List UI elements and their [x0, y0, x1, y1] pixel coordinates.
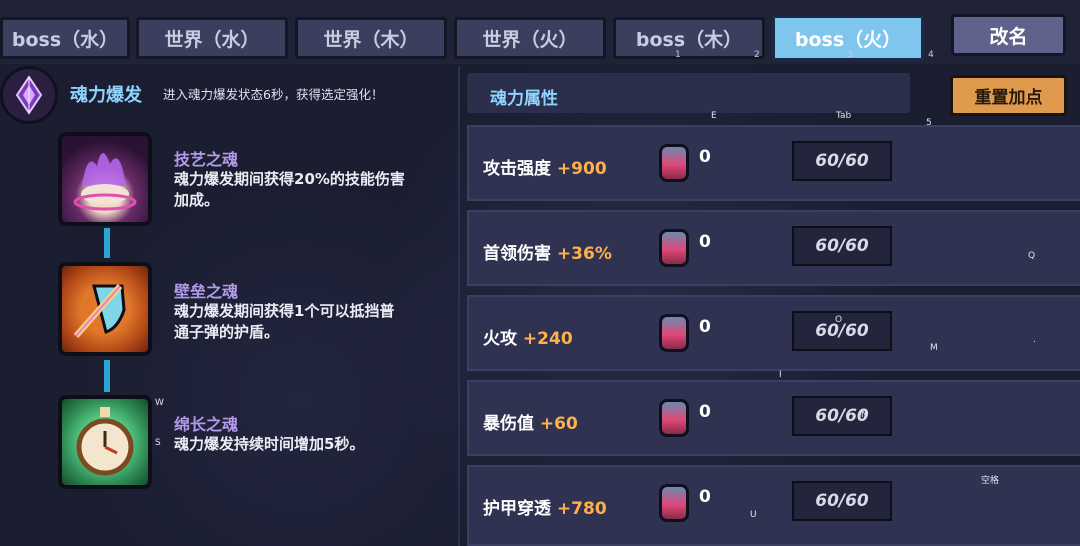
panel-divider — [458, 66, 460, 546]
attribute-name: 暴伤值 — [483, 414, 534, 434]
tab-world-fire[interactable]: 世界（火） — [454, 17, 606, 59]
attribute-row: 火攻 +240 0 60/60 — [467, 295, 1080, 371]
soul-description: 魂力爆发期间获得1个可以抵挡普 通子弹的护盾。 — [174, 302, 395, 341]
attribute-progress: 60/60 — [792, 396, 892, 436]
attribute-bonus: +36% — [556, 244, 612, 264]
gem-count: 0 — [699, 232, 711, 252]
tab-boss-wood[interactable]: boss（木） — [613, 17, 765, 59]
key-hint-5: 5 — [926, 118, 932, 128]
attribute-bonus: +240 — [522, 329, 573, 349]
soul-description: 魂力爆发期间获得20%的技能伤害 加成。 — [174, 170, 405, 209]
key-hint-space: 空格 — [981, 476, 1000, 486]
soul-gem-icon[interactable] — [659, 229, 689, 267]
key-hint-m: M — [930, 343, 938, 353]
key-hint-e: E — [711, 111, 717, 121]
attribute-progress: 60/60 — [792, 226, 892, 266]
attribute-row: 攻击强度 +900 0 60/60 — [467, 125, 1080, 201]
tab-world-wood[interactable]: 世界（木） — [295, 17, 447, 59]
tab-hotkey-3: 3 — [847, 50, 853, 60]
attribute-row: 暴伤值 +60 0 60/60 — [467, 380, 1080, 456]
soul-description: 魂力爆发持续时间增加5秒。 — [174, 435, 365, 453]
tab-boss-water[interactable]: boss（水） — [0, 17, 130, 59]
attribute-bonus: +60 — [539, 414, 578, 434]
key-hint-q: Q — [1028, 251, 1036, 261]
gem-count: 0 — [699, 487, 711, 507]
reset-points-button[interactable]: 重置加点 — [950, 75, 1067, 116]
soul-gem-icon[interactable] — [659, 484, 689, 522]
key-hint-o: O — [835, 315, 843, 325]
soul-gem-icon[interactable] — [659, 399, 689, 437]
gem-count: 0 — [699, 317, 711, 337]
rename-button[interactable]: 改名 — [951, 14, 1066, 56]
soul-gem-icon[interactable] — [659, 144, 689, 182]
tab-world-water[interactable]: 世界（水） — [136, 17, 288, 59]
soul-name: 绵长之魂 — [174, 415, 239, 434]
gem-count: 0 — [699, 147, 711, 167]
stopwatch-icon[interactable] — [58, 395, 152, 489]
tab-hotkey-2: 2 — [754, 50, 760, 60]
purple-flame-gem-icon[interactable] — [58, 132, 152, 226]
attribute-bonus: +900 — [556, 159, 607, 179]
soul-burst-title: 魂力爆发 — [70, 85, 142, 106]
attribute-name: 攻击强度 — [483, 159, 551, 179]
attribute-bonus: +780 — [556, 499, 607, 519]
soul-connector — [104, 228, 110, 258]
soul-name: 技艺之魂 — [174, 150, 239, 169]
key-hint-n: N — [861, 410, 868, 420]
shield-sword-icon[interactable] — [58, 262, 152, 356]
soul-burst-description: 进入魂力爆发状态6秒，获得选定强化！ — [163, 87, 384, 102]
key-hint-dot: . — [1033, 335, 1036, 345]
gem-count: 0 — [699, 402, 711, 422]
attributes-title: 魂力属性 — [490, 89, 558, 109]
key-hint-w: W — [155, 398, 164, 408]
soul-burst-crystal-icon — [0, 66, 58, 124]
tab-hotkey-4: 4 — [928, 50, 934, 60]
attribute-name: 火攻 — [483, 329, 517, 349]
key-hint-s: S — [155, 438, 161, 448]
attribute-row: 首领伤害 +36% 0 60/60 — [467, 210, 1080, 286]
soul-connector — [104, 360, 110, 392]
soul-name: 壁垒之魂 — [174, 282, 239, 301]
attribute-name: 护甲穿透 — [483, 499, 551, 519]
soul-gem-icon[interactable] — [659, 314, 689, 352]
tab-hotkey-1: 1 — [675, 50, 681, 60]
attribute-progress: 60/60 — [792, 141, 892, 181]
key-hint-tab: Tab — [836, 111, 852, 121]
key-hint-i: I — [779, 370, 782, 380]
attribute-name: 首领伤害 — [483, 244, 551, 264]
key-hint-u: U — [750, 510, 757, 520]
attribute-progress: 60/60 — [792, 481, 892, 521]
